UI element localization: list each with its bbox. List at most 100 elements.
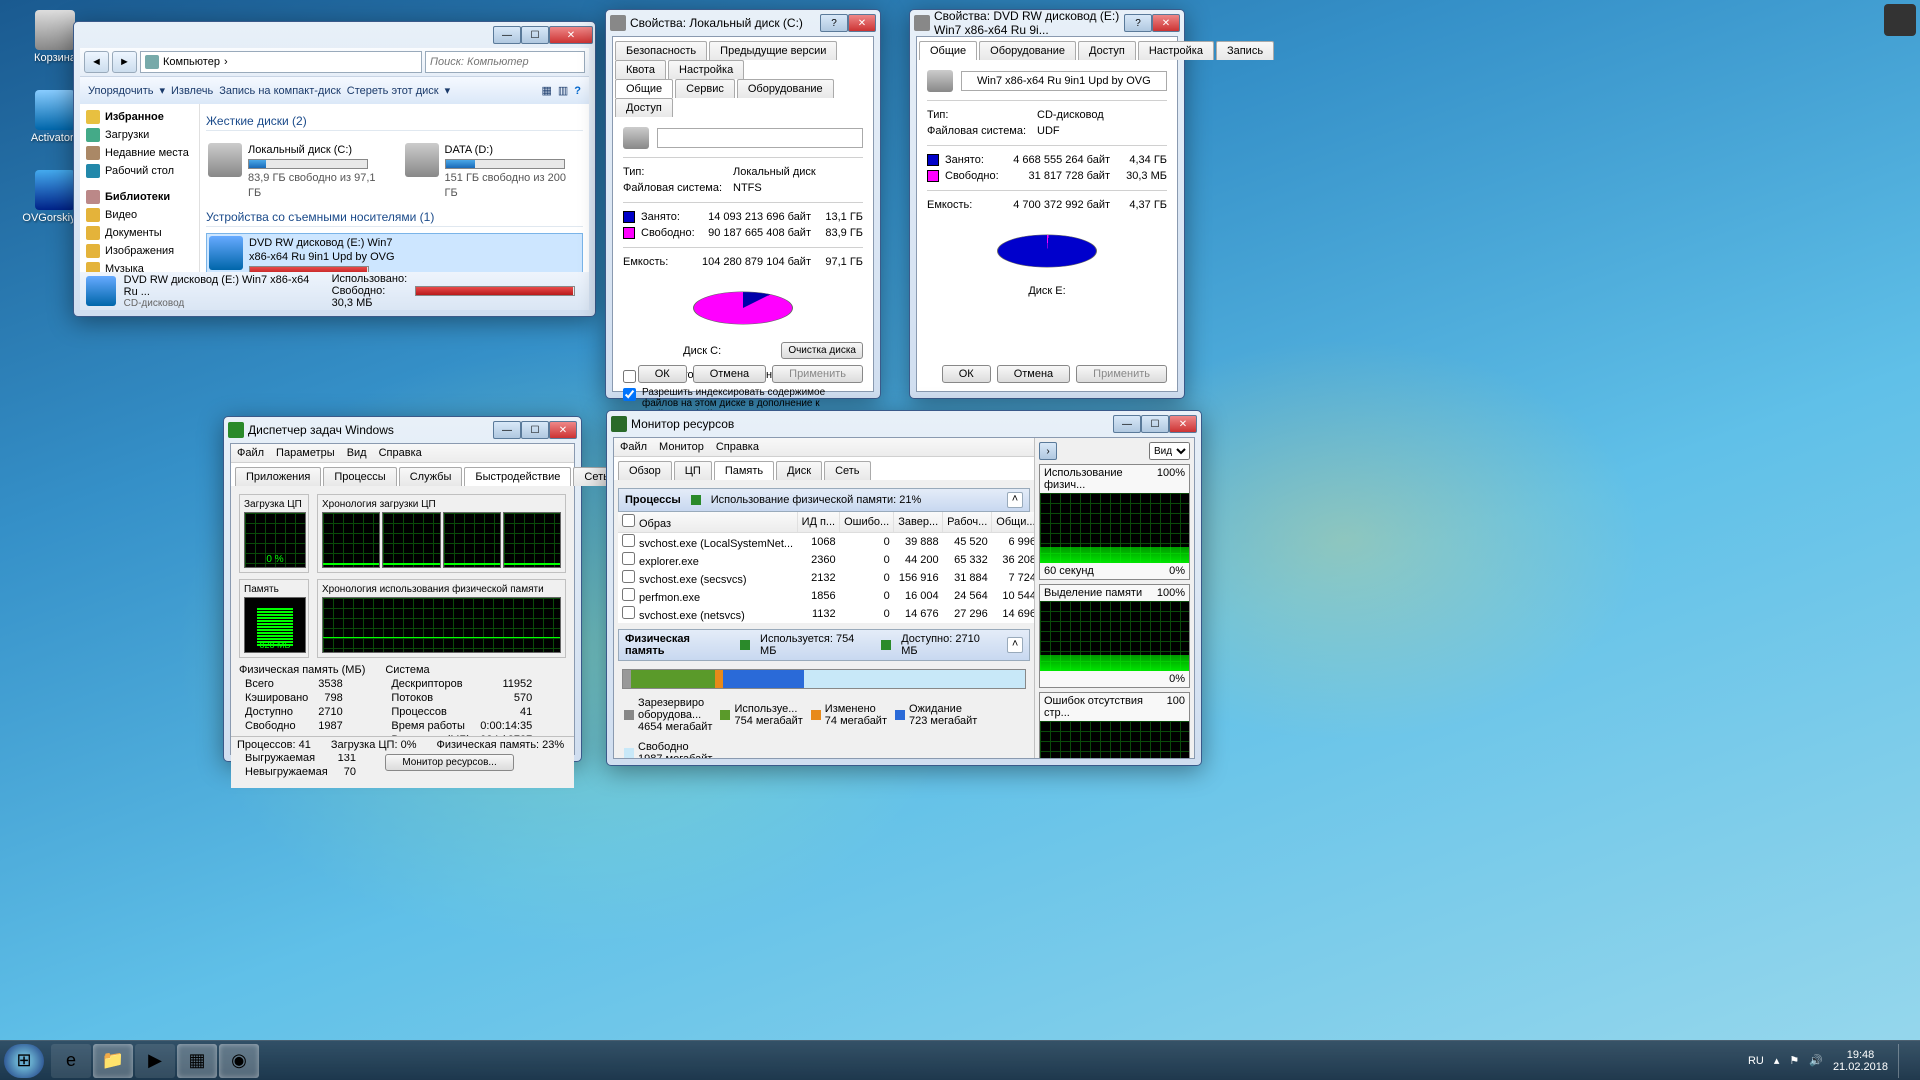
tab-hardware[interactable]: Оборудование [979,41,1076,60]
taskbar-taskmgr[interactable]: ▦ [177,1044,217,1078]
category-removable[interactable]: Устройства со съемными носителями (1) [206,210,583,227]
drive-e-selected[interactable]: DVD RW дисковод (E:) Win7x86-x64 Ru 9in1… [206,233,583,272]
ok-button[interactable]: ОК [638,365,687,383]
table-row[interactable]: perfmon.exe1856016 00424 56410 54414 020 [618,587,1034,605]
tab-processes[interactable]: Процессы [323,467,396,486]
maximize-button[interactable]: ☐ [1141,415,1169,433]
nav-favorites-hdr[interactable]: Избранное [80,108,199,126]
menu-file[interactable]: Файл [620,441,647,453]
tab-tools[interactable]: Сервис [675,79,735,98]
tab-disk[interactable]: Диск [776,461,822,480]
processes-header[interactable]: ПроцессыИспользование физической памяти:… [618,488,1030,512]
toolbar-arrange[interactable]: Упорядочить [88,85,153,97]
taskbar-ie[interactable]: e [51,1044,91,1078]
address-bar[interactable]: Компьютер› [140,51,422,73]
show-desktop-button[interactable] [1898,1044,1908,1078]
help-button[interactable]: ? [820,14,848,32]
nav-item[interactable]: Документы [80,224,199,242]
cancel-button[interactable]: Отмена [997,365,1070,383]
back-button[interactable]: ◄ [84,51,109,73]
tab-security[interactable]: Безопасность [615,41,707,60]
nav-item[interactable]: Недавние места [80,144,199,162]
tab-recording[interactable]: Запись [1216,41,1274,60]
tab-quota[interactable]: Квота [615,60,666,79]
help-button[interactable]: ? [1124,14,1152,32]
close-button[interactable]: ✕ [549,26,593,44]
menu-options[interactable]: Параметры [276,447,335,459]
taskbar-explorer[interactable]: 📁 [93,1044,133,1078]
toolbar-erase[interactable]: Стереть этот диск [347,85,439,97]
disk-name-input[interactable] [657,128,863,148]
search-input[interactable] [425,51,585,73]
collapse-icon[interactable]: ˄ [1007,637,1023,653]
tray-up-icon[interactable]: ▴ [1774,1054,1780,1067]
minimize-button[interactable]: — [493,421,521,439]
table-row[interactable]: svchost.exe (netsvcs)1132014 67627 29614… [618,605,1034,623]
close-button[interactable]: ✕ [1169,415,1197,433]
preview-icon[interactable]: ▥ [558,84,568,97]
tab-general[interactable]: Общие [615,79,673,98]
table-row[interactable]: svchost.exe (LocalSystemNet...1068039 88… [618,533,1034,552]
start-button[interactable]: ⊞ [4,1044,44,1078]
view-select[interactable]: Вид [1149,442,1190,460]
close-button[interactable]: ✕ [1152,14,1180,32]
maximize-button[interactable]: ☐ [521,26,549,44]
table-row[interactable]: svchost.exe (secsvcs)21320156 91631 8847… [618,569,1034,587]
minimize-button[interactable]: — [493,26,521,44]
clock[interactable]: 19:4821.02.2018 [1833,1049,1888,1073]
menu-help[interactable]: Справка [379,447,422,459]
tab-network[interactable]: Сеть [824,461,870,480]
menu-view[interactable]: Вид [347,447,367,459]
toolbar-burn[interactable]: Запись на компакт-диск [219,85,341,97]
nav-item[interactable]: Загрузки [80,126,199,144]
help-icon[interactable]: ? [574,85,581,97]
drive-d[interactable]: DATA (D:)151 ГБ свободно из 200 ГБ [403,141,583,202]
nav-item[interactable]: Изображения [80,242,199,260]
taskbar-media[interactable]: ▶ [135,1044,175,1078]
tab-hardware[interactable]: Оборудование [737,79,834,98]
cancel-button[interactable]: Отмена [693,365,766,383]
tab-general[interactable]: Общие [919,41,977,60]
tab-customize[interactable]: Настройка [668,60,744,79]
physmem-header[interactable]: Физическая памятьИспользуется: 754 МБДос… [618,629,1030,661]
tab-overview[interactable]: Обзор [618,461,672,480]
cleanup-button[interactable]: Очистка диска [781,342,863,359]
category-hdd[interactable]: Жесткие диски (2) [206,114,583,131]
tab-sharing[interactable]: Доступ [615,98,673,117]
nav-item[interactable]: Рабочий стол [80,162,199,180]
tab-customize[interactable]: Настройка [1138,41,1214,60]
nav-libraries-hdr[interactable]: Библиотеки [80,188,199,206]
ok-button[interactable]: ОК [942,365,991,383]
apply-button[interactable]: Применить [1076,365,1167,383]
taskbar-resmon[interactable]: ◉ [219,1044,259,1078]
table-row[interactable]: explorer.exe2360044 20065 33236 20829 12… [618,551,1034,569]
tab-services[interactable]: Службы [399,467,463,486]
maximize-button[interactable]: ☐ [521,421,549,439]
disk-name-input[interactable] [961,71,1167,91]
nav-item[interactable]: Видео [80,206,199,224]
collapse-icon[interactable]: ˄ [1007,492,1023,508]
nav-item[interactable]: Музыка [80,260,199,272]
menu-help[interactable]: Справка [716,441,759,453]
apply-button[interactable]: Применить [772,365,863,383]
resource-monitor-button[interactable]: Монитор ресурсов... [385,754,513,771]
forward-button[interactable]: ► [112,51,137,73]
menu-monitor[interactable]: Монитор [659,441,704,453]
tab-sharing[interactable]: Доступ [1078,41,1136,60]
tab-cpu[interactable]: ЦП [674,461,712,480]
tab-memory[interactable]: Память [714,461,774,480]
tab-prev-versions[interactable]: Предыдущие версии [709,41,837,60]
close-button[interactable]: ✕ [549,421,577,439]
tray-flag-icon[interactable]: ⚑ [1789,1054,1799,1067]
tab-performance[interactable]: Быстродействие [464,467,571,486]
menu-file[interactable]: Файл [237,447,264,459]
minimize-button[interactable]: — [1113,415,1141,433]
lang-indicator[interactable]: RU [1748,1055,1764,1067]
tab-apps[interactable]: Приложения [235,467,321,486]
desktop-widget[interactable] [1884,4,1916,36]
tray-volume-icon[interactable]: 🔊 [1809,1054,1823,1067]
drive-c[interactable]: Локальный диск (C:)83,9 ГБ свободно из 9… [206,141,393,202]
close-button[interactable]: ✕ [848,14,876,32]
system-tray[interactable]: RU ▴ ⚑ 🔊 19:4821.02.2018 [1748,1044,1916,1078]
expand-icon[interactable]: › [1039,442,1057,460]
